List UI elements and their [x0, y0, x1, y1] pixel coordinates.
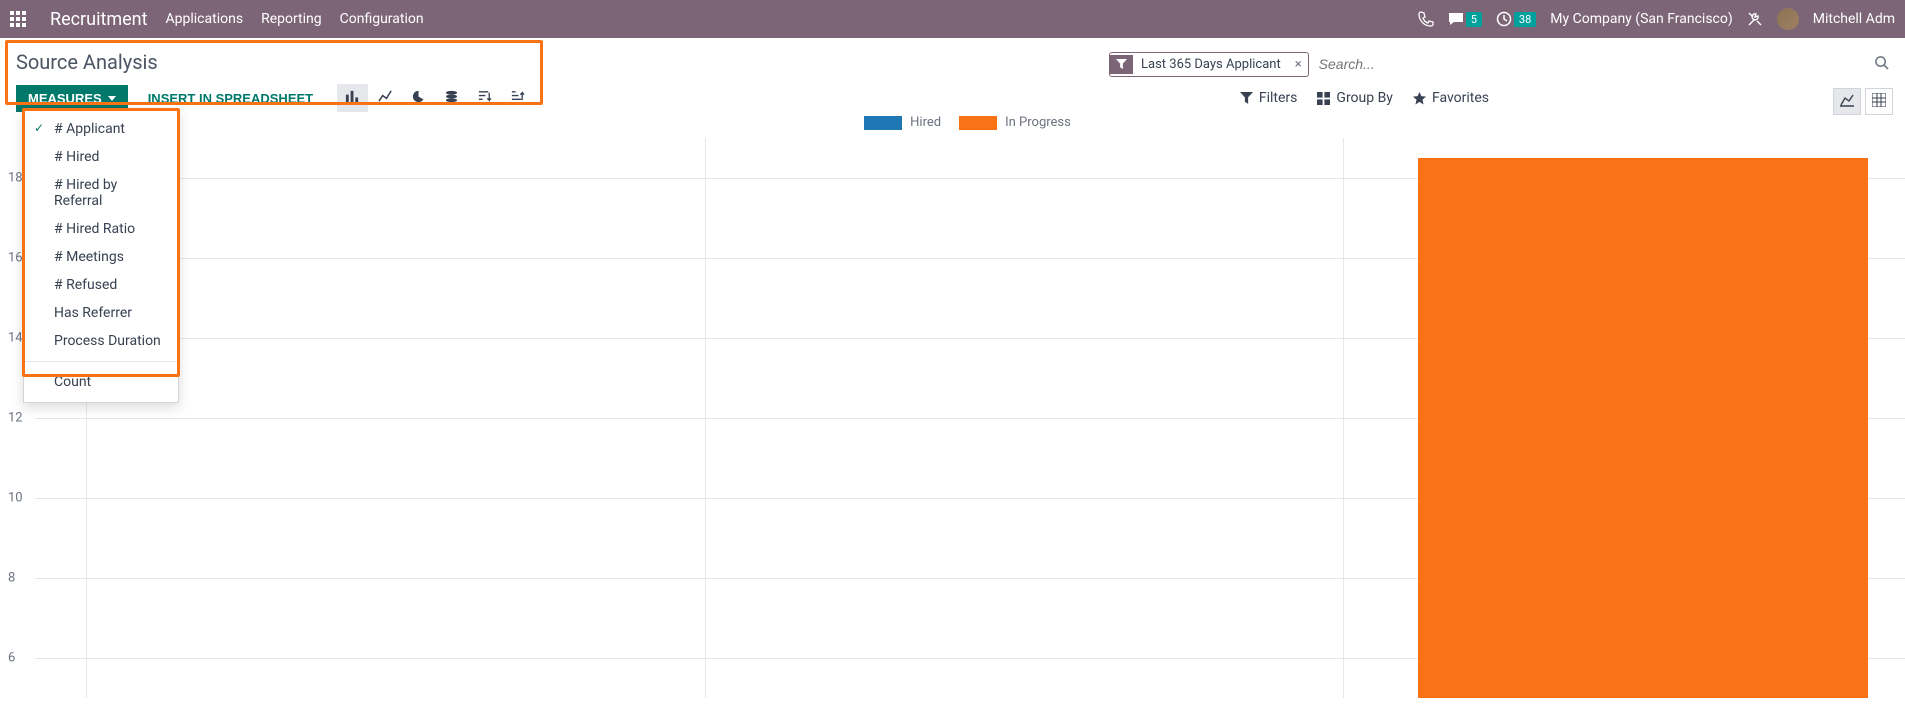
y-tick-label: 14 — [8, 331, 23, 346]
y-tick-label: 10 — [8, 491, 23, 506]
measure-count[interactable]: Count — [24, 368, 178, 396]
y-tick-label: 16 — [8, 251, 23, 266]
user-name[interactable]: Mitchell Adm — [1813, 11, 1895, 27]
groupby-label: Group By — [1336, 90, 1393, 106]
chart-legend: Hired In Progress — [30, 115, 1905, 130]
y-tick-label: 6 — [8, 651, 15, 666]
clock-icon[interactable]: 38 — [1496, 11, 1536, 27]
header-bar: Source Analysis Last 365 Days Applicant … — [0, 38, 1905, 78]
measure-hired-referral[interactable]: # Hired by Referral — [24, 171, 178, 215]
search-icon[interactable] — [1874, 55, 1889, 74]
line-chart-icon[interactable] — [370, 84, 401, 112]
nav-applications[interactable]: Applications — [166, 11, 244, 27]
y-tick-label: 12 — [8, 411, 23, 426]
sort-asc-icon[interactable] — [502, 84, 533, 112]
filter-chip-text: Last 365 Days Applicant — [1133, 53, 1289, 76]
avatar[interactable] — [1777, 8, 1799, 30]
y-tick-label: 8 — [8, 571, 15, 586]
favorites-button[interactable]: Favorites — [1413, 90, 1489, 106]
gridline-v — [1343, 138, 1344, 698]
measure-meetings[interactable]: # Meetings — [24, 243, 178, 271]
filter-chip: Last 365 Days Applicant × — [1109, 52, 1309, 77]
pivot-view-icon[interactable] — [1865, 88, 1893, 115]
measure-hired[interactable]: # Hired — [24, 143, 178, 171]
filters-label: Filters — [1259, 90, 1298, 106]
filter-chip-icon — [1110, 55, 1133, 74]
stacked-icon[interactable] — [436, 84, 467, 112]
bar-chart-icon[interactable] — [337, 84, 368, 112]
app-title[interactable]: Recruitment — [50, 9, 148, 30]
graph-view-icon[interactable] — [1833, 88, 1861, 115]
legend-hired-label: Hired — [910, 115, 941, 130]
legend-hired-swatch — [864, 116, 902, 130]
chart-bar[interactable] — [1418, 158, 1868, 698]
apps-grid-icon[interactable] — [10, 11, 26, 27]
measures-button-label: MEASURES — [28, 91, 102, 106]
measure-refused[interactable]: # Refused — [24, 271, 178, 299]
tools-icon[interactable] — [1747, 11, 1763, 27]
measure-has-referrer[interactable]: Has Referrer — [24, 299, 178, 327]
legend-inprogress[interactable]: In Progress — [959, 115, 1071, 130]
company-name[interactable]: My Company (San Francisco) — [1550, 11, 1732, 27]
top-nav: Recruitment Applications Reporting Confi… — [0, 0, 1905, 38]
phone-icon[interactable] — [1418, 11, 1434, 27]
activities-badge: 38 — [1514, 12, 1536, 27]
legend-inprogress-label: In Progress — [1005, 115, 1071, 130]
measure-process-duration[interactable]: Process Duration — [24, 327, 178, 355]
search-area: Last 365 Days Applicant × — [1109, 50, 1889, 78]
gridline-v — [705, 138, 706, 698]
favorites-label: Favorites — [1432, 90, 1489, 106]
caret-down-icon — [108, 96, 116, 101]
legend-inprogress-swatch — [959, 116, 997, 130]
nav-configuration[interactable]: Configuration — [340, 11, 424, 27]
y-tick-label: 18 — [8, 171, 23, 186]
measures-dropdown: # Applicant # Hired # Hired by Referral … — [23, 108, 179, 403]
filter-chip-close[interactable]: × — [1289, 57, 1308, 72]
measure-hired-ratio[interactable]: # Hired Ratio — [24, 215, 178, 243]
search-input[interactable] — [1309, 50, 1874, 78]
sort-desc-icon[interactable] — [469, 84, 500, 112]
pie-chart-icon[interactable] — [403, 84, 434, 112]
messages-badge: 5 — [1466, 12, 1482, 27]
filters-button[interactable]: Filters — [1240, 90, 1298, 106]
legend-hired[interactable]: Hired — [864, 115, 941, 130]
view-switcher — [1833, 88, 1893, 115]
toolbar: MEASURES INSERT IN SPREADSHEET Filters — [0, 78, 1905, 118]
chart-area: Hired In Progress 681012141618 — [0, 115, 1905, 705]
page-title: Source Analysis — [16, 50, 158, 74]
dropdown-divider — [24, 361, 178, 362]
nav-reporting[interactable]: Reporting — [261, 11, 322, 27]
measure-applicant[interactable]: # Applicant — [24, 115, 178, 143]
messages-icon[interactable]: 5 — [1448, 11, 1482, 27]
groupby-button[interactable]: Group By — [1317, 90, 1393, 106]
chart-plot: 681012141618 — [30, 138, 1905, 698]
